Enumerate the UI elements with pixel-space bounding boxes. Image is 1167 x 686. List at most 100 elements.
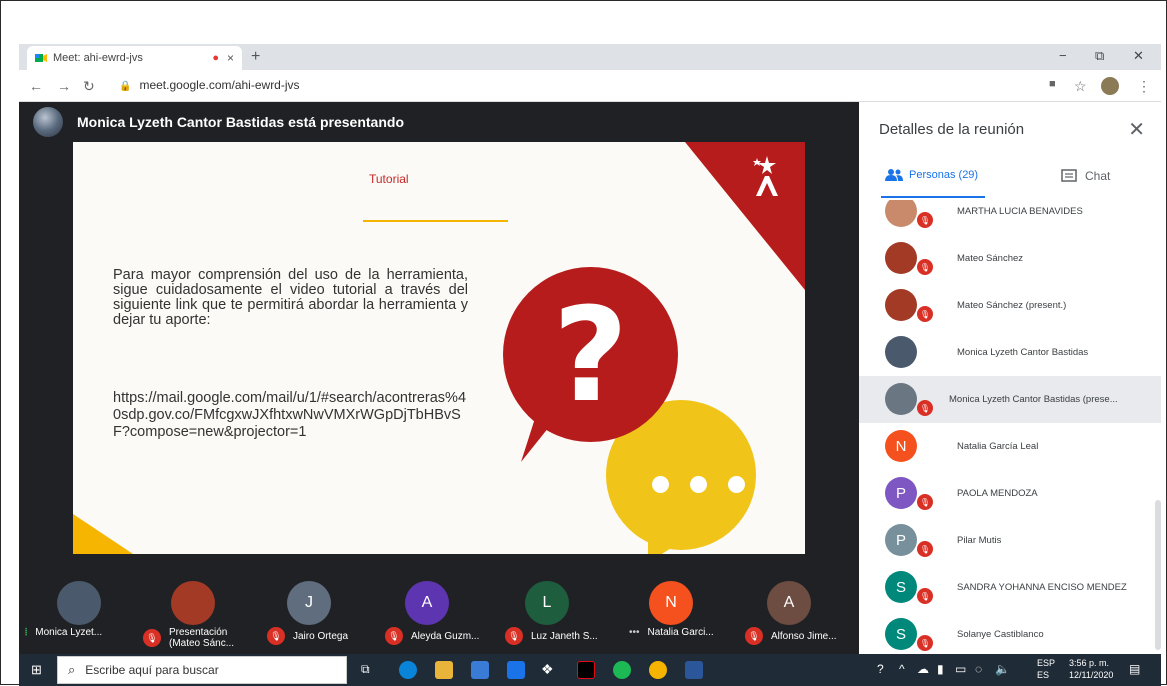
strip-avatar: [171, 581, 215, 625]
panel-scrollbar[interactable]: [1155, 500, 1161, 650]
mic-muted-icon: 🎙: [917, 306, 933, 322]
url-field[interactable]: 🔒 meet.google.com/ahi-ewrd-jvs: [119, 78, 300, 92]
participant-row[interactable]: N Natalia García Leal: [859, 423, 1161, 470]
strip-label: 🎙 Presentación (Mateo Sánc...: [143, 627, 239, 649]
tab-people-indicator: [881, 196, 985, 198]
strip-participant-tile[interactable]: A: [767, 581, 811, 625]
participant-name: Monica Lyzeth Cantor Bastidas (prese...: [949, 394, 1118, 405]
bookmark-star-icon[interactable]: ☆: [1074, 78, 1087, 95]
windows-start-icon[interactable]: ⊞: [31, 662, 42, 678]
wifi-icon[interactable]: ◌: [975, 662, 982, 676]
address-bar: ← → ↻ 🔒 meet.google.com/ahi-ewrd-jvs ■ ☆ …: [19, 70, 1161, 102]
participant-row[interactable]: P 🎙 PAOLA MENDOZA: [859, 470, 1161, 517]
speaking-icon: ⦙: [25, 627, 28, 638]
maximize-button[interactable]: ⧉: [1095, 48, 1104, 64]
people-icon: [885, 169, 903, 181]
participant-row[interactable]: P 🎙 Pilar Mutis: [859, 517, 1161, 564]
strip-name: Presentación (Mateo Sánc...: [169, 627, 235, 649]
edge-icon[interactable]: [399, 661, 417, 679]
strip-label: 🎙 Aleyda Guzm...: [385, 627, 479, 645]
store-icon[interactable]: [471, 661, 489, 679]
strip-participant-tile[interactable]: A: [405, 581, 449, 625]
forward-icon[interactable]: →: [57, 78, 71, 94]
profile-avatar-icon[interactable]: [1101, 77, 1119, 95]
windows-taskbar: ⊞ ⌕ Escribe aquí para buscar ⧉ ❖ ? ^ ☁ ▮…: [19, 654, 1161, 686]
tab-close-button[interactable]: ×: [227, 51, 234, 65]
participant-initial: N: [895, 437, 907, 455]
presenter-bar: Monica Lyzeth Cantor Bastidas está prese…: [19, 102, 859, 142]
strip-participant-tile[interactable]: [57, 581, 101, 625]
chat-icon: [1061, 169, 1077, 182]
participant-avatar: N: [885, 430, 917, 462]
notification-icon[interactable]: ▤: [1129, 662, 1140, 676]
participant-row[interactable]: 🎙 Monica Lyzeth Cantor Bastidas (prese...: [859, 376, 1161, 423]
spotify-icon[interactable]: [613, 661, 631, 679]
strip-participant-tile[interactable]: J: [287, 581, 331, 625]
system-clock[interactable]: 3:56 p. m. 12/11/2020: [1069, 657, 1113, 681]
cloud-icon[interactable]: ☁: [917, 662, 929, 676]
strip-participant-tile[interactable]: L: [525, 581, 569, 625]
tray-chevron-icon[interactable]: ^: [899, 662, 905, 676]
participant-row[interactable]: 🎙 MARTHA LUCIA BENAVIDES: [859, 200, 1161, 235]
presenter-avatar: [33, 107, 63, 137]
strip-avatar: [57, 581, 101, 625]
participant-name: Solanye Castiblanco: [957, 629, 1044, 640]
tab-people-label: Personas (29): [909, 169, 979, 181]
menu-kebab-icon[interactable]: ⋮: [1137, 78, 1151, 95]
participant-row[interactable]: Monica Lyzeth Cantor Bastidas: [859, 329, 1161, 376]
participant-row[interactable]: 🎙 Mateo Sánchez (present.): [859, 282, 1161, 329]
dropbox-icon[interactable]: ❖: [541, 661, 559, 679]
reload-icon[interactable]: ↻: [83, 78, 95, 95]
chrome-icon[interactable]: [649, 661, 667, 679]
usb-icon[interactable]: ▮: [937, 662, 944, 676]
participant-name: Mateo Sánchez: [957, 253, 1024, 264]
word-icon[interactable]: [685, 661, 703, 679]
slide-link-text: https://mail.google.com/mail/u/1/#search…: [113, 390, 467, 440]
mic-muted-icon: 🎙: [745, 627, 763, 645]
participant-row[interactable]: 🎙 Mateo Sánchez: [859, 235, 1161, 282]
battery-icon[interactable]: ▭: [955, 662, 966, 676]
participant-initial: P: [895, 531, 906, 549]
close-panel-button[interactable]: ✕: [1128, 117, 1145, 142]
netflix-icon[interactable]: [577, 661, 595, 679]
help-icon[interactable]: ?: [877, 662, 884, 676]
mic-muted-icon: 🎙: [917, 635, 933, 651]
panel-title: Detalles de la reunión: [879, 121, 1025, 138]
minimize-button[interactable]: −: [1059, 48, 1067, 63]
browser-tab[interactable]: Meet: ahi-ewrd-jvs ● ×: [27, 46, 242, 70]
task-view-icon[interactable]: ⧉: [361, 662, 370, 677]
tab-title: Meet: ahi-ewrd-jvs: [53, 52, 143, 64]
new-tab-button[interactable]: +: [251, 48, 260, 66]
participant-name: MARTHA LUCIA BENAVIDES: [957, 206, 1083, 217]
strip-avatar: J: [287, 581, 331, 625]
input-language[interactable]: ESP ES: [1037, 657, 1055, 681]
bubble-dot: [690, 476, 707, 493]
presenter-label: Monica Lyzeth Cantor Bastidas está prese…: [77, 114, 404, 130]
mail-icon[interactable]: [507, 661, 525, 679]
strip-name: Natalia Garci...: [647, 627, 714, 638]
tab-people[interactable]: Personas (29): [885, 169, 978, 181]
strip-avatar-initial: L: [542, 594, 552, 611]
participant-name: Monica Lyzeth Cantor Bastidas: [957, 347, 1089, 358]
volume-icon[interactable]: 🔈: [995, 662, 1010, 676]
mic-muted-icon: 🎙: [917, 259, 933, 275]
strip-avatar: A: [767, 581, 811, 625]
strip-participant-tile[interactable]: N: [649, 581, 693, 625]
taskbar-search-field[interactable]: ⌕ Escribe aquí para buscar: [57, 656, 347, 684]
url-text: meet.google.com/ahi-ewrd-jvs: [139, 78, 300, 92]
browser-tab-bar: Meet: ahi-ewrd-jvs ● × + − ⧉ ✕: [19, 44, 1161, 70]
close-window-button[interactable]: ✕: [1133, 48, 1144, 64]
screen-frame: Meet: ahi-ewrd-jvs ● × + − ⧉ ✕ ← → ↻ 🔒 me…: [0, 0, 1167, 686]
camera-icon[interactable]: ■: [1049, 78, 1056, 90]
clock-time: 3:56 p. m.: [1069, 658, 1110, 668]
meet-stage: Monica Lyzeth Cantor Bastidas está prese…: [19, 102, 859, 654]
participant-name: Mateo Sánchez (present.): [957, 300, 1067, 311]
strip-participant-tile[interactable]: [171, 581, 215, 625]
back-icon[interactable]: ←: [29, 78, 43, 94]
file-explorer-icon[interactable]: [435, 661, 453, 679]
participant-row[interactable]: S 🎙 Solanye Castiblanco: [859, 611, 1161, 654]
strip-name: Luz Janeth S...: [531, 630, 598, 642]
strip-name: Alfonso Jime...: [771, 630, 837, 642]
tab-chat[interactable]: Chat: [1061, 169, 1110, 183]
participant-row[interactable]: S 🎙 SANDRA YOHANNA ENCISO MENDEZ: [859, 564, 1161, 611]
